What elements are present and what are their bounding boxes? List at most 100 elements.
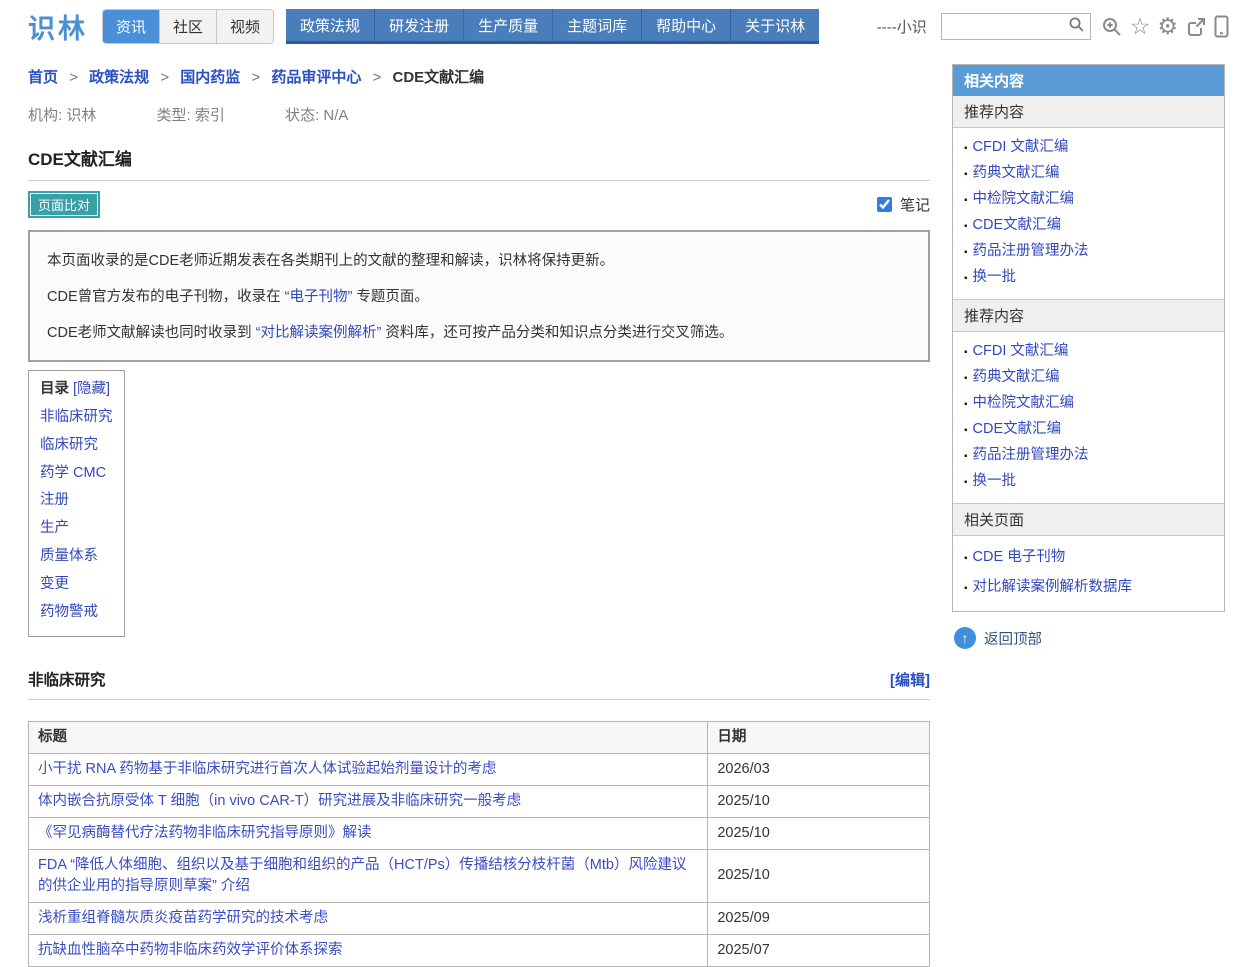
table-header-title: 标题 [29,721,708,753]
header-right: ----小识 ☆ ⚙ [877,13,1229,40]
sidebar-link-pharmacopoeia[interactable]: 药典文献汇编 [973,365,1060,390]
toc-item-pharmacovigilance[interactable]: 药物警戒 [40,599,113,627]
sidebar-link-drug-registration[interactable]: 药品注册管理办法 [973,239,1089,264]
table-row: 小干扰 RNA 药物基于非临床研究进行首次人体试验起始剂量设计的考虑 2026/… [29,753,930,785]
article-date: 2026/03 [708,753,930,785]
site-logo[interactable]: 识林 [28,7,88,46]
bullet-icon: ▪ [964,136,968,161]
meta-type-value: 索引 [195,107,225,124]
e-journal-link[interactable]: “电子刊物” [285,289,353,305]
share-icon[interactable] [1185,16,1207,38]
meta-status-label: 状态: [285,107,319,124]
articles-table: 标题 日期 小干扰 RNA 药物基于非临床研究进行首次人体试验起始剂量设计的考虑… [28,721,930,967]
sidebar-link-case-analysis-db[interactable]: 对比解读案例解析数据库 [973,573,1133,601]
article-link[interactable]: 浅析重组脊髓灰质炎疫苗药学研究的技术考虑 [38,910,328,926]
actions-row: 页面比对 笔记 [28,191,930,218]
breadcrumb-home[interactable]: 首页 [28,69,58,86]
breadcrumb-separator: > [373,69,382,86]
nav-production-quality[interactable]: 生产质量 [464,9,553,41]
toc-item-quality-system[interactable]: 质量体系 [40,543,113,571]
bullet-icon: ▪ [964,392,968,417]
table-row: 《罕见病酶替代疗法药物非临床研究指导原则》解读 2025/10 [29,817,930,849]
sidebar-subheader-recommended-1: 推荐内容 [953,96,1224,128]
nav-help-center[interactable]: 帮助中心 [642,9,731,41]
bullet-icon: ▪ [964,366,968,391]
tab-news[interactable]: 资讯 [103,10,160,43]
tab-community[interactable]: 社区 [160,10,217,43]
bullet-icon: ▪ [964,545,968,573]
back-to-top-button[interactable]: ↑ 返回顶部 [954,627,1225,649]
nav-rnd-registration[interactable]: 研发注册 [375,9,464,41]
toc-item-registration[interactable]: 注册 [40,487,113,515]
section-edit-link[interactable]: [编辑] [890,669,930,690]
notice-box: 本页面收录的是CDE老师近期发表在各类期刊上的文献的整理和解读，识林将保持更新。… [28,230,930,362]
breadcrumb-separator: > [160,69,169,86]
main-nav: 政策法规 研发注册 生产质量 主题词库 帮助中心 关于识林 [286,9,819,44]
article-link[interactable]: 小干扰 RNA 药物基于非临床研究进行首次人体试验起始剂量设计的考虑 [38,761,496,777]
sidebar-link-cde[interactable]: CDE文献汇编 [973,213,1062,238]
sidebar-link-pharmacopoeia[interactable]: 药典文献汇编 [973,161,1060,186]
toc-item-nonclinical[interactable]: 非临床研究 [40,404,113,432]
nav-about[interactable]: 关于识林 [731,9,819,41]
tab-video[interactable]: 视频 [217,10,273,43]
nav-policy[interactable]: 政策法规 [286,9,375,41]
article-link[interactable]: 体内嵌合抗原受体 T 细胞（in vivo CAR-T）研究进展及非临床研究一般… [38,793,521,809]
notice-paragraph-1: 本页面收录的是CDE老师近期发表在各类期刊上的文献的整理和解读，识林将保持更新。 [47,251,911,272]
note-checkbox[interactable] [877,197,892,212]
breadcrumb-domestic-regulator[interactable]: 国内药监 [180,69,240,86]
mobile-icon[interactable] [1214,15,1229,38]
sidebar-list: ▪CFDI 文献汇编 ▪药典文献汇编 ▪中检院文献汇编 ▪CDE文献汇编 ▪药品… [953,332,1224,503]
sidebar-subheader-recommended-2: 推荐内容 [953,299,1224,332]
case-analysis-link[interactable]: “对比解读案例解析” [256,325,382,341]
breadcrumb-cde[interactable]: 药品审评中心 [271,69,361,86]
sidebar-link-cfdi[interactable]: CFDI 文献汇编 [973,135,1069,160]
bullet-icon: ▪ [964,188,968,213]
sidebar-link-drug-registration[interactable]: 药品注册管理办法 [973,443,1089,468]
sidebar-subheader-related-pages: 相关页面 [953,503,1224,536]
toc-title: 目录 [40,381,69,397]
search-input[interactable] [950,18,1068,36]
related-content-box: 相关内容 推荐内容 ▪CFDI 文献汇编 ▪药典文献汇编 ▪中检院文献汇编 ▪C… [952,64,1225,612]
article-date: 2025/10 [708,849,930,902]
list-item: ▪对比解读案例解析数据库 [964,573,1213,603]
article-link[interactable]: 《罕见病酶替代疗法药物非临床研究指导原则》解读 [38,825,372,841]
list-item: ▪CFDI 文献汇编 [964,135,1213,161]
sidebar-list: ▪CFDI 文献汇编 ▪药典文献汇编 ▪中检院文献汇编 ▪CDE文献汇编 ▪药品… [953,128,1224,299]
toc-item-change[interactable]: 变更 [40,571,113,599]
breadcrumb-policy[interactable]: 政策法规 [89,69,149,86]
bullet-icon: ▪ [964,240,968,265]
page-compare-button[interactable]: 页面比对 [28,191,100,218]
sidebar-link-refresh[interactable]: 换一批 [973,469,1017,494]
table-row: FDA “降低人体细胞、组织以及基于细胞和组织的产品（HCT/Ps）传播结核分枝… [29,849,930,902]
sidebar-link-cde[interactable]: CDE文献汇编 [973,417,1062,442]
toc-item-cmc[interactable]: 药学 CMC [40,460,113,488]
sidebar-link-refresh[interactable]: 换一批 [973,265,1017,290]
note-label: 笔记 [900,194,930,215]
list-item: ▪药品注册管理办法 [964,443,1213,469]
notice-paragraph-3: CDE老师文献解读也同时收录到 “对比解读案例解析” 资料库，还可按产品分类和知… [47,323,911,344]
sidebar-link-nifdc[interactable]: 中检院文献汇编 [973,187,1075,212]
article-link[interactable]: 抗缺血性脑卒中药物非临床药效学评价体系探索 [38,942,343,958]
toc-hide-link[interactable]: [隐藏] [73,381,110,397]
sidebar-link-cde-ejournal[interactable]: CDE 电子刊物 [973,543,1066,571]
article-link[interactable]: FDA “降低人体细胞、组织以及基于细胞和组织的产品（HCT/Ps）传播结核分枝… [38,857,686,894]
sidebar-link-nifdc[interactable]: 中检院文献汇编 [973,391,1075,416]
list-item: ▪CFDI 文献汇编 [964,339,1213,365]
settings-gear-icon[interactable]: ⚙ [1157,15,1178,38]
bullet-icon: ▪ [964,340,968,365]
header-tab-group: 资讯 社区 视频 [102,9,274,44]
header-icons: ☆ ⚙ [1101,15,1229,38]
toc-item-clinical[interactable]: 临床研究 [40,432,113,460]
favorite-star-icon[interactable]: ☆ [1130,15,1151,38]
toc-item-production[interactable]: 生产 [40,515,113,543]
list-item: ▪中检院文献汇编 [964,391,1213,417]
zoom-in-icon[interactable] [1101,16,1123,38]
sidebar-link-cfdi[interactable]: CFDI 文献汇编 [973,339,1069,364]
table-header-date: 日期 [708,721,930,753]
sidebar-title: 相关内容 [953,65,1224,96]
toc-header: 目录 [隐藏] [40,376,113,404]
nav-topic-thesaurus[interactable]: 主题词库 [553,9,642,41]
article-date: 2025/10 [708,817,930,849]
search-icon[interactable] [1068,16,1085,37]
note-toggle: 笔记 [873,194,930,215]
